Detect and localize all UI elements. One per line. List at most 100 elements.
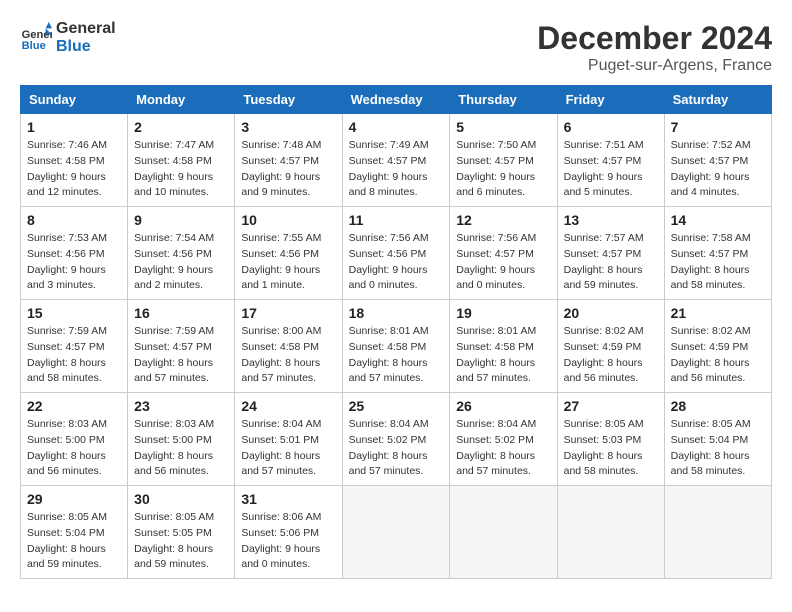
calendar-header-sunday: Sunday	[21, 86, 128, 114]
day-number: 26	[456, 398, 550, 414]
day-number: 21	[671, 305, 765, 321]
day-info: Sunrise: 7:59 AM Sunset: 4:57 PM Dayligh…	[134, 324, 228, 387]
calendar-cell: 26 Sunrise: 8:04 AM Sunset: 5:02 PM Dayl…	[450, 393, 557, 486]
calendar-cell: 19 Sunrise: 8:01 AM Sunset: 4:58 PM Dayl…	[450, 300, 557, 393]
calendar-cell: 3 Sunrise: 7:48 AM Sunset: 4:57 PM Dayli…	[235, 114, 342, 207]
calendar-cell: 23 Sunrise: 8:03 AM Sunset: 5:00 PM Dayl…	[128, 393, 235, 486]
day-number: 4	[349, 119, 444, 135]
day-number: 17	[241, 305, 335, 321]
day-number: 8	[27, 212, 121, 228]
day-number: 30	[134, 491, 228, 507]
day-info: Sunrise: 8:05 AM Sunset: 5:04 PM Dayligh…	[671, 417, 765, 480]
day-info: Sunrise: 8:05 AM Sunset: 5:03 PM Dayligh…	[564, 417, 658, 480]
day-info: Sunrise: 8:01 AM Sunset: 4:58 PM Dayligh…	[349, 324, 444, 387]
day-info: Sunrise: 8:05 AM Sunset: 5:04 PM Dayligh…	[27, 510, 121, 573]
calendar-cell: 20 Sunrise: 8:02 AM Sunset: 4:59 PM Dayl…	[557, 300, 664, 393]
calendar-cell: 25 Sunrise: 8:04 AM Sunset: 5:02 PM Dayl…	[342, 393, 450, 486]
calendar-cell: 28 Sunrise: 8:05 AM Sunset: 5:04 PM Dayl…	[664, 393, 771, 486]
day-info: Sunrise: 8:04 AM Sunset: 5:02 PM Dayligh…	[349, 417, 444, 480]
day-number: 9	[134, 212, 228, 228]
svg-text:Blue: Blue	[22, 40, 46, 52]
day-info: Sunrise: 8:03 AM Sunset: 5:00 PM Dayligh…	[134, 417, 228, 480]
calendar-header-friday: Friday	[557, 86, 664, 114]
day-info: Sunrise: 7:49 AM Sunset: 4:57 PM Dayligh…	[349, 138, 444, 201]
page-header: General Blue General Blue December 2024 …	[20, 20, 772, 75]
day-number: 12	[456, 212, 550, 228]
calendar-cell: 5 Sunrise: 7:50 AM Sunset: 4:57 PM Dayli…	[450, 114, 557, 207]
day-number: 7	[671, 119, 765, 135]
day-info: Sunrise: 7:58 AM Sunset: 4:57 PM Dayligh…	[671, 231, 765, 294]
day-number: 23	[134, 398, 228, 414]
calendar-week-2: 8 Sunrise: 7:53 AM Sunset: 4:56 PM Dayli…	[21, 207, 772, 300]
calendar-cell: 16 Sunrise: 7:59 AM Sunset: 4:57 PM Dayl…	[128, 300, 235, 393]
day-number: 20	[564, 305, 658, 321]
day-info: Sunrise: 7:54 AM Sunset: 4:56 PM Dayligh…	[134, 231, 228, 294]
day-number: 11	[349, 212, 444, 228]
day-info: Sunrise: 7:56 AM Sunset: 4:57 PM Dayligh…	[456, 231, 550, 294]
logo-line1: General	[56, 20, 116, 38]
day-number: 18	[349, 305, 444, 321]
calendar-cell: 9 Sunrise: 7:54 AM Sunset: 4:56 PM Dayli…	[128, 207, 235, 300]
calendar-cell: 13 Sunrise: 7:57 AM Sunset: 4:57 PM Dayl…	[557, 207, 664, 300]
day-number: 25	[349, 398, 444, 414]
day-info: Sunrise: 7:56 AM Sunset: 4:56 PM Dayligh…	[349, 231, 444, 294]
day-info: Sunrise: 7:52 AM Sunset: 4:57 PM Dayligh…	[671, 138, 765, 201]
calendar-cell: 22 Sunrise: 8:03 AM Sunset: 5:00 PM Dayl…	[21, 393, 128, 486]
day-info: Sunrise: 8:04 AM Sunset: 5:02 PM Dayligh…	[456, 417, 550, 480]
day-number: 2	[134, 119, 228, 135]
day-info: Sunrise: 8:00 AM Sunset: 4:58 PM Dayligh…	[241, 324, 335, 387]
logo: General Blue General Blue	[20, 20, 116, 56]
calendar-header-wednesday: Wednesday	[342, 86, 450, 114]
day-info: Sunrise: 8:06 AM Sunset: 5:06 PM Dayligh…	[241, 510, 335, 573]
day-info: Sunrise: 8:02 AM Sunset: 4:59 PM Dayligh…	[671, 324, 765, 387]
day-info: Sunrise: 7:48 AM Sunset: 4:57 PM Dayligh…	[241, 138, 335, 201]
day-info: Sunrise: 7:47 AM Sunset: 4:58 PM Dayligh…	[134, 138, 228, 201]
calendar-week-3: 15 Sunrise: 7:59 AM Sunset: 4:57 PM Dayl…	[21, 300, 772, 393]
calendar-cell: 2 Sunrise: 7:47 AM Sunset: 4:58 PM Dayli…	[128, 114, 235, 207]
calendar-cell: 21 Sunrise: 8:02 AM Sunset: 4:59 PM Dayl…	[664, 300, 771, 393]
logo-line2: Blue	[56, 38, 116, 56]
calendar-table: SundayMondayTuesdayWednesdayThursdayFrid…	[20, 85, 772, 579]
day-info: Sunrise: 8:03 AM Sunset: 5:00 PM Dayligh…	[27, 417, 121, 480]
location-title: Puget-sur-Argens, France	[537, 57, 772, 75]
day-info: Sunrise: 7:59 AM Sunset: 4:57 PM Dayligh…	[27, 324, 121, 387]
calendar-week-1: 1 Sunrise: 7:46 AM Sunset: 4:58 PM Dayli…	[21, 114, 772, 207]
day-number: 22	[27, 398, 121, 414]
day-info: Sunrise: 8:01 AM Sunset: 4:58 PM Dayligh…	[456, 324, 550, 387]
day-number: 6	[564, 119, 658, 135]
day-number: 14	[671, 212, 765, 228]
calendar-week-5: 29 Sunrise: 8:05 AM Sunset: 5:04 PM Dayl…	[21, 486, 772, 579]
calendar-cell: 7 Sunrise: 7:52 AM Sunset: 4:57 PM Dayli…	[664, 114, 771, 207]
day-number: 13	[564, 212, 658, 228]
calendar-cell: 29 Sunrise: 8:05 AM Sunset: 5:04 PM Dayl…	[21, 486, 128, 579]
day-number: 31	[241, 491, 335, 507]
calendar-cell: 1 Sunrise: 7:46 AM Sunset: 4:58 PM Dayli…	[21, 114, 128, 207]
day-number: 19	[456, 305, 550, 321]
day-number: 3	[241, 119, 335, 135]
day-number: 10	[241, 212, 335, 228]
day-info: Sunrise: 7:53 AM Sunset: 4:56 PM Dayligh…	[27, 231, 121, 294]
day-number: 28	[671, 398, 765, 414]
day-info: Sunrise: 7:57 AM Sunset: 4:57 PM Dayligh…	[564, 231, 658, 294]
day-number: 5	[456, 119, 550, 135]
title-block: December 2024 Puget-sur-Argens, France	[537, 20, 772, 75]
calendar-cell	[342, 486, 450, 579]
day-number: 24	[241, 398, 335, 414]
day-info: Sunrise: 8:04 AM Sunset: 5:01 PM Dayligh…	[241, 417, 335, 480]
calendar-cell: 11 Sunrise: 7:56 AM Sunset: 4:56 PM Dayl…	[342, 207, 450, 300]
calendar-header-saturday: Saturday	[664, 86, 771, 114]
calendar-week-4: 22 Sunrise: 8:03 AM Sunset: 5:00 PM Dayl…	[21, 393, 772, 486]
day-info: Sunrise: 8:05 AM Sunset: 5:05 PM Dayligh…	[134, 510, 228, 573]
calendar-cell: 8 Sunrise: 7:53 AM Sunset: 4:56 PM Dayli…	[21, 207, 128, 300]
calendar-header-tuesday: Tuesday	[235, 86, 342, 114]
month-title: December 2024	[537, 20, 772, 57]
calendar-cell: 15 Sunrise: 7:59 AM Sunset: 4:57 PM Dayl…	[21, 300, 128, 393]
calendar-cell: 10 Sunrise: 7:55 AM Sunset: 4:56 PM Dayl…	[235, 207, 342, 300]
day-number: 27	[564, 398, 658, 414]
day-info: Sunrise: 7:50 AM Sunset: 4:57 PM Dayligh…	[456, 138, 550, 201]
calendar-cell: 31 Sunrise: 8:06 AM Sunset: 5:06 PM Dayl…	[235, 486, 342, 579]
day-number: 1	[27, 119, 121, 135]
calendar-cell	[450, 486, 557, 579]
calendar-cell	[664, 486, 771, 579]
calendar-header-row: SundayMondayTuesdayWednesdayThursdayFrid…	[21, 86, 772, 114]
